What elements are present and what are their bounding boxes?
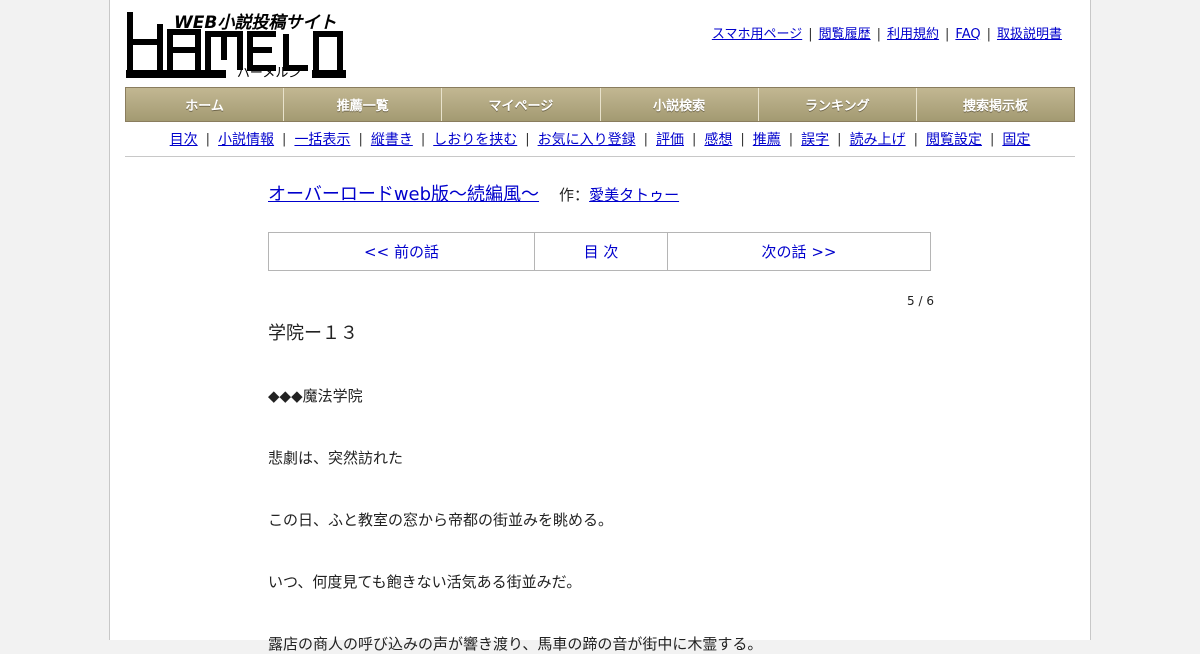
nav-home[interactable]: ホーム [126, 88, 285, 121]
body-paragraph: 露店の商人の呼び込みの声が響き渡り、馬車の蹄の音が街中に木霊する。 [268, 635, 763, 653]
separator: | [986, 27, 991, 42]
logo-tagline: WEB小説投稿サイト [174, 13, 336, 33]
subnav-bookmark[interactable]: しおりを挟む [433, 129, 517, 149]
subnav-read-aloud[interactable]: 読み上げ [850, 129, 906, 149]
separator: | [740, 131, 745, 147]
separator: | [525, 131, 530, 147]
separator: | [808, 27, 813, 42]
subnav-rating[interactable]: 評価 [656, 129, 684, 149]
main-nav: ホーム 推薦一覧 マイページ 小説検索 ランキング 捜索掲示板 [125, 87, 1075, 122]
novel-subnav: 目次 | 小説情報 | 一括表示 | 縦書き | しおりを挟む | お気に入り登録 | 評価… [125, 122, 1075, 157]
subnav-view-settings[interactable]: 閲覧設定 [926, 129, 982, 149]
subnav-vertical[interactable]: 縦書き [371, 129, 413, 149]
body-paragraph: 悲劇は、突然訪れた [268, 449, 404, 467]
novel-content: オーバーロードweb版〜続編風〜 作：愛美タトゥー << 前の話 目 次 次の話 … [268, 180, 934, 654]
top-link-terms[interactable]: 利用規約 [887, 27, 939, 42]
subnav-typo[interactable]: 誤字 [801, 129, 829, 149]
top-link-faq[interactable]: FAQ [955, 27, 980, 42]
nav-ranking[interactable]: ランキング [758, 88, 917, 121]
separator: | [420, 131, 426, 147]
prev-chapter-link[interactable]: << 前の話 [269, 233, 535, 270]
nav-novel-search[interactable]: 小説検索 [600, 88, 759, 121]
separator: | [913, 131, 918, 147]
novel-title-link[interactable]: オーバーロードweb版〜続編風〜 [268, 184, 539, 205]
body-paragraph: ◆◆◆魔法学院 [268, 387, 363, 405]
next-chapter-link[interactable]: 次の話 >> [668, 233, 930, 270]
logo-reading: ハーメルン [237, 66, 301, 80]
novel-header: オーバーロードweb版〜続編風〜 作：愛美タトゥー [268, 180, 934, 214]
top-link-manual[interactable]: 取扱説明書 [997, 27, 1062, 42]
top-link-history[interactable]: 閲覧履歴 [819, 27, 871, 42]
nav-recommendations[interactable]: 推薦一覧 [284, 88, 443, 121]
subnav-comments[interactable]: 感想 [704, 129, 732, 149]
site-logo[interactable]: ハーメルン WEB小説投稿サイト [126, 10, 346, 81]
separator: | [989, 131, 995, 147]
nav-search-board[interactable]: 捜索掲示板 [916, 88, 1075, 121]
top-link-smartphone[interactable]: スマホ用ページ [712, 27, 802, 42]
subnav-show-all[interactable]: 一括表示 [294, 129, 350, 149]
body-paragraph: この日、ふと教室の窓から帝都の街並みを眺める。 [268, 511, 614, 529]
chapter-navigation: << 前の話 目 次 次の話 >> [268, 232, 931, 271]
separator: | [282, 131, 287, 147]
toc-link[interactable]: 目 次 [535, 233, 668, 270]
separator: | [788, 131, 794, 147]
hameln-logo-icon: ハーメルン WEB小説投稿サイト [126, 12, 346, 81]
separator: | [876, 27, 881, 42]
nav-mypage[interactable]: マイページ [442, 88, 601, 121]
chapter-counter: 5 / 6 [907, 294, 934, 308]
subnav-toc[interactable]: 目次 [170, 129, 198, 149]
chapter-title: 学院ー１３ [268, 323, 358, 344]
separator: | [692, 131, 697, 147]
separator: | [205, 131, 211, 147]
subnav-novel-info[interactable]: 小説情報 [218, 129, 274, 149]
separator: | [837, 131, 842, 147]
author-prefix: 作： [559, 186, 590, 204]
author-link[interactable]: 愛美タトゥー [589, 186, 679, 204]
page-container: ハーメルン WEB小説投稿サイト スマホ用ページ | 閲覧履歴 | 利用規約 | FAQ | 取… [109, 0, 1091, 653]
separator: | [643, 131, 648, 147]
body-paragraph: いつ、何度見ても飽きない活気ある街並みだ。 [268, 573, 582, 591]
top-links: スマホ用ページ | 閲覧履歴 | 利用規約 | FAQ | 取扱説明書 [712, 23, 1062, 42]
separator: | [945, 27, 950, 42]
separator: | [358, 131, 363, 147]
subnav-favorite[interactable]: お気に入り登録 [538, 129, 636, 149]
subnav-pin[interactable]: 固定 [1002, 129, 1030, 149]
subnav-recommend[interactable]: 推薦 [753, 129, 781, 149]
